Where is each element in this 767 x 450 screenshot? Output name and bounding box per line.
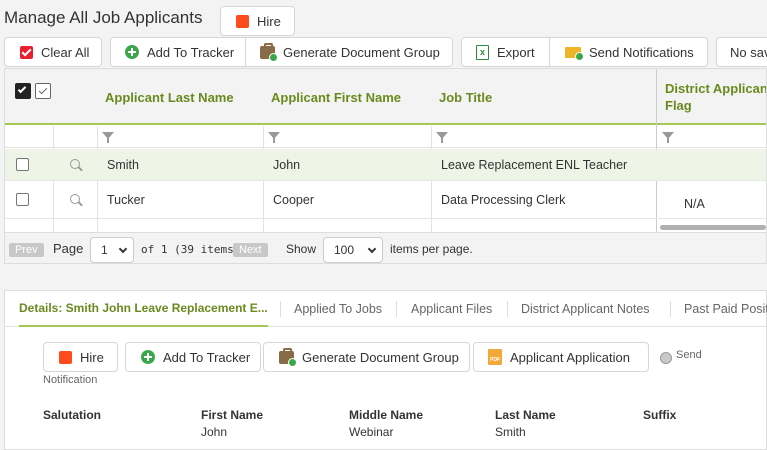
col-header-job-title[interactable]: Job Title <box>431 69 656 125</box>
zoom-icon[interactable] <box>70 159 80 169</box>
detail-generate-document-group-button[interactable]: Generate Document Group <box>263 342 470 372</box>
label-first-name: First Name <box>201 408 264 422</box>
saved-views-dropdown[interactable]: No sav <box>716 37 767 67</box>
send-notifications-button[interactable]: Send Notifications <box>549 37 708 67</box>
generate-document-group-label: Generate Document Group <box>283 44 440 60</box>
tab-applicant-files[interactable]: Applicant Files <box>411 291 492 327</box>
cell-job-title: Data Processing Clerk <box>441 192 566 207</box>
filter-icon[interactable] <box>662 132 674 143</box>
hire-button[interactable]: Hire <box>220 6 295 36</box>
generate-document-group-button[interactable]: Generate Document Group <box>245 37 453 67</box>
send-notification-button[interactable]: Send <box>658 349 718 367</box>
add-to-tracker-label: Add To Tracker <box>147 44 235 60</box>
pdf-icon: PDF <box>488 349 502 365</box>
saved-views-label: No sav <box>730 44 767 60</box>
tab-district-applicant-notes[interactable]: District Applicant Notes <box>521 291 650 327</box>
cell-first-name: Cooper <box>273 192 314 207</box>
page-title: Manage All Job Applicants <box>4 8 203 27</box>
tab-past-paid-positions[interactable]: Past Paid Posit <box>684 291 767 327</box>
prev-button[interactable]: Prev <box>9 243 44 257</box>
cell-district-flag <box>674 149 684 180</box>
per-page-select[interactable]: 100 <box>323 237 383 263</box>
details-tabs: Details: Smith John Leave Replacement E.… <box>5 291 767 327</box>
value-middle-name: Webinar <box>349 425 394 439</box>
value-first-name: John <box>201 425 228 439</box>
briefcase-icon <box>260 42 278 62</box>
detail-hire-button[interactable]: Hire <box>43 342 118 372</box>
filter-icon[interactable] <box>436 132 448 143</box>
export-label: Export <box>497 44 535 60</box>
add-icon <box>125 45 139 59</box>
table-row[interactable]: Smith John Leave Replacement ENL Teacher <box>5 149 766 181</box>
label-suffix: Suffix <box>643 408 677 422</box>
add-icon <box>141 350 155 364</box>
grid-header: Applicant Last Name Applicant First Name… <box>5 69 766 125</box>
send-label: Send <box>676 349 702 361</box>
select-page-icon[interactable] <box>35 83 51 99</box>
row-checkbox[interactable] <box>16 193 29 206</box>
show-label: Show <box>286 242 317 256</box>
label-last-name: Last Name <box>495 408 556 422</box>
next-button[interactable]: Next <box>233 243 268 257</box>
stop-icon <box>236 14 249 28</box>
applicant-application-button[interactable]: PDF Applicant Application <box>473 342 649 372</box>
col-header-last-name[interactable]: Applicant Last Name <box>97 69 263 125</box>
checkbox-icon <box>20 45 33 59</box>
clear-all-label: Clear All <box>41 44 90 60</box>
people-icon <box>660 352 672 364</box>
value-last-name: Smith <box>495 425 526 439</box>
applicants-grid: Applicant Last Name Applicant First Name… <box>4 68 767 264</box>
cell-district-flag: N/A <box>684 196 705 211</box>
excel-icon: x <box>476 44 489 60</box>
chevron-down-icon <box>367 244 377 254</box>
notification-label: Notification <box>43 374 98 386</box>
hire-label: Hire <box>257 13 281 29</box>
filter-icon[interactable] <box>102 132 114 143</box>
page-count-text: of 1 (39 items) <box>141 243 241 256</box>
detail-add-to-tracker-button[interactable]: Add To Tracker <box>125 342 261 372</box>
envelope-icon <box>565 46 584 61</box>
briefcase-icon <box>279 347 297 367</box>
cell-last-name: Smith <box>107 157 139 172</box>
filter-icon[interactable] <box>268 132 280 143</box>
zoom-icon[interactable] <box>70 194 80 204</box>
horizontal-scrollbar[interactable] <box>660 225 766 230</box>
page-select[interactable]: 1 <box>90 237 134 263</box>
pager: Prev Page 1 of 1 (39 items) Next Show 10… <box>5 232 766 263</box>
clear-all-button[interactable]: Clear All <box>4 37 102 67</box>
select-all-icon[interactable] <box>15 83 31 99</box>
label-salutation: Salutation <box>43 408 102 422</box>
per-page-text: items per page. <box>390 242 473 256</box>
cell-first-name: John <box>273 157 301 172</box>
table-row[interactable]: Tucker Cooper Data Processing Clerk N/A <box>5 181 766 219</box>
chevron-down-icon <box>118 244 128 254</box>
cell-job-title: Leave Replacement ENL Teacher <box>441 157 628 172</box>
export-button[interactable]: x Export <box>461 37 550 67</box>
page-label: Page <box>53 241 84 256</box>
cell-last-name: Tucker <box>107 192 145 207</box>
label-middle-name: Middle Name <box>349 408 424 422</box>
tab-applied-to-jobs[interactable]: Applied To Jobs <box>294 291 382 327</box>
col-header-first-name[interactable]: Applicant First Name <box>263 69 431 125</box>
row-checkbox[interactable] <box>16 158 29 171</box>
filter-row <box>5 126 766 148</box>
col-header-district-flag[interactable]: District Applicant Flag <box>657 69 766 125</box>
tab-details[interactable]: Details: Smith John Leave Replacement E.… <box>19 291 268 327</box>
stop-icon <box>59 350 72 364</box>
send-notifications-label: Send Notifications <box>589 44 694 60</box>
add-to-tracker-button[interactable]: Add To Tracker <box>110 37 246 67</box>
